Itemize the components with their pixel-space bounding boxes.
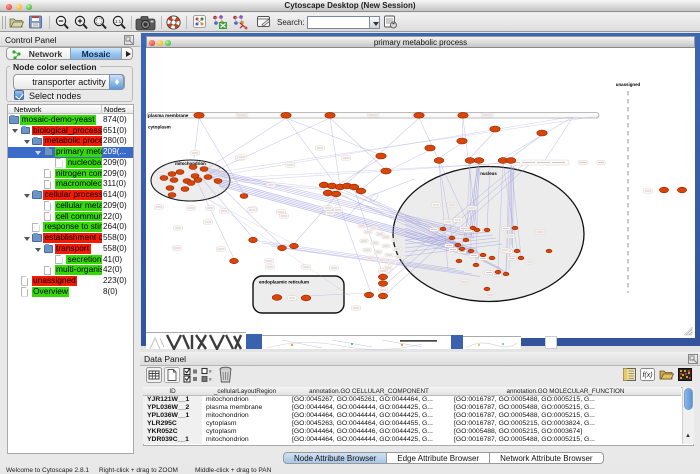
svg-text:1:1: 1:1 — [115, 19, 122, 24]
svg-text:endoplasmic reticulum: endoplasmic reticulum — [259, 280, 309, 285]
svg-text:plasma membrane: plasma membrane — [148, 113, 189, 118]
svg-text:unassigned: unassigned — [616, 82, 641, 87]
svg-text:f(x): f(x) — [642, 372, 652, 379]
svg-text:nucleus: nucleus — [480, 171, 497, 176]
svg-text:cytoplasm: cytoplasm — [148, 125, 171, 130]
